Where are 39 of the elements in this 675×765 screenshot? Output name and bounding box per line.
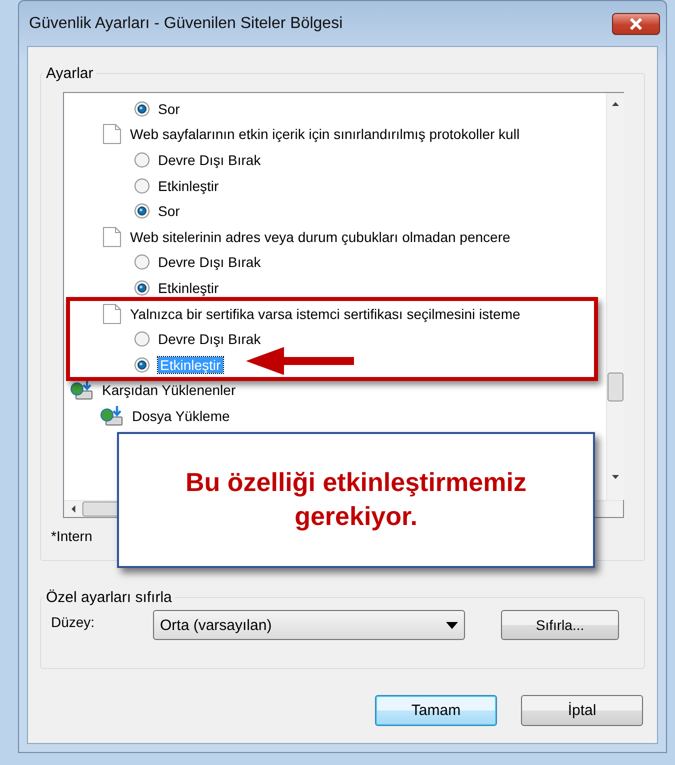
category-label[interactable]: Karşıdan Yüklenenler [102,382,236,398]
document-icon [102,302,122,325]
radio-button[interactable] [134,254,150,270]
close-button[interactable] [612,12,660,34]
radio-button[interactable] [134,356,150,373]
option-label[interactable]: Devre Dışı Bırak [158,331,261,348]
reset-button[interactable]: Sıfırla... [501,610,619,640]
radio-button[interactable] [134,280,150,296]
option-label[interactable]: Etkinleştir [158,280,219,296]
option-label[interactable]: Sor [158,100,180,117]
close-icon [628,16,644,30]
option-label[interactable]: Sor [158,203,180,220]
group-title: Özel ayarları sıfırla [45,589,173,606]
radio-button[interactable] [134,152,150,168]
radio-button[interactable] [134,178,150,194]
radio-button[interactable] [134,100,150,117]
dropdown-arrow-icon [446,622,458,628]
download-icon [100,404,124,427]
cancel-button[interactable]: İptal [521,695,643,726]
document-icon [102,226,122,248]
download-icon [70,379,94,402]
group-title: Ayarlar [45,65,94,82]
vertical-scrollbar[interactable] [606,93,624,500]
setting-label: Web sayfalarının etkin içerik için sınırlandırılmış protokoller kull [130,126,520,142]
option-label[interactable]: Devre Dışı Bırak [158,152,261,168]
level-label: Düzey: [51,614,96,630]
callout-tooltip: Bu özelliği etkinleştirmemiz gerekiyor. [117,432,595,568]
radio-button[interactable] [134,203,150,220]
option-label[interactable]: Devre Dışı Bırak [158,254,261,270]
setting-label: Web sitelerinin adres veya durum çubukları olmadan pencere [130,228,510,245]
option-label[interactable]: Etkinleştir [158,178,219,194]
radio-button[interactable] [134,331,150,348]
setting-label: Yalnızca bir sertifika varsa istemci sertifikası seçilmesini isteme [130,306,520,322]
ok-button[interactable]: Tamam [375,695,497,726]
level-dropdown[interactable]: Orta (varsayılan) [153,610,465,640]
category-label[interactable]: Dosya Yükleme [132,408,230,424]
document-icon [102,123,122,146]
window-title: Güvenlik Ayarları - Güvenilen Siteler Bölgesi [29,14,343,32]
note-text: *Intern [51,528,94,546]
